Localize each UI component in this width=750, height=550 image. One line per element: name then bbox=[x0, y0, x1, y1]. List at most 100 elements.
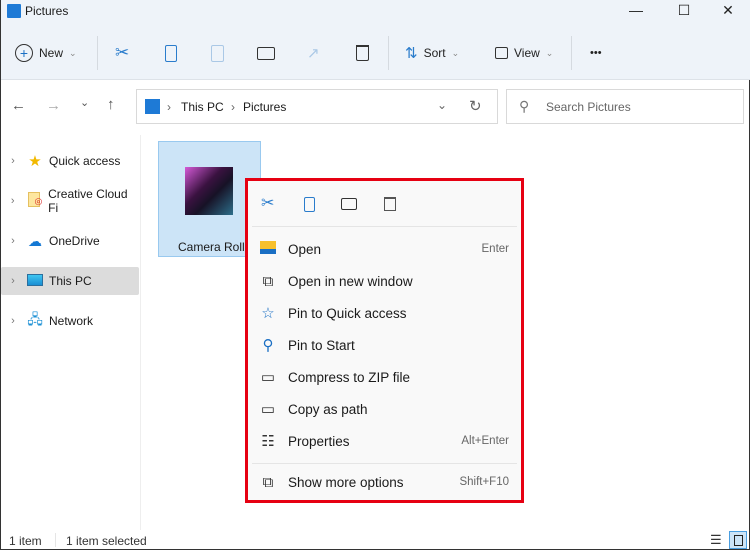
breadcrumb-separator: › bbox=[231, 100, 235, 114]
open-new-window-icon: ⧉ bbox=[262, 272, 274, 290]
menu-item-label: Pin to Start bbox=[288, 337, 355, 353]
copy-icon bbox=[165, 44, 177, 62]
view-button[interactable]: View ⌄ bbox=[495, 38, 553, 68]
paste-icon bbox=[211, 44, 224, 62]
pin-icon: ⚲ bbox=[262, 337, 274, 354]
menu-item-compress-zip[interactable]: ▭ Compress to ZIP file bbox=[248, 362, 521, 392]
expand-chevron-icon[interactable]: › bbox=[1, 235, 25, 247]
back-button[interactable]: ← bbox=[11, 97, 26, 114]
navigation-pane: › ★ Quick access › ◎ Creative Cloud Fi › ☁ One… bbox=[1, 135, 141, 530]
chevron-down-icon: ⌄ bbox=[69, 47, 77, 58]
menu-item-label: Pin to Quick access bbox=[288, 305, 407, 321]
breadcrumb-this-pc[interactable]: This PC bbox=[181, 100, 224, 114]
delete-button[interactable] bbox=[356, 38, 369, 68]
sort-icon: ⇅ bbox=[405, 45, 418, 62]
sort-button[interactable]: ⇅ Sort ⌄ bbox=[405, 38, 459, 68]
window-title: Pictures bbox=[25, 4, 69, 18]
address-bar[interactable]: › This PC › Pictures ⌄ ↻ bbox=[136, 89, 498, 124]
sidebar-item-network[interactable]: › 🖧 Network bbox=[1, 307, 139, 335]
breadcrumb-pictures[interactable]: Pictures bbox=[243, 100, 286, 114]
cut-icon[interactable]: ✂ bbox=[261, 193, 274, 213]
cloud-icon: ☁ bbox=[28, 232, 42, 249]
trash-icon bbox=[356, 45, 369, 61]
search-input[interactable]: ⚲ Search Pictures bbox=[506, 89, 744, 124]
up-button[interactable]: ↑ bbox=[107, 96, 115, 113]
rename-button[interactable] bbox=[257, 38, 275, 68]
sidebar-item-creative-cloud[interactable]: › ◎ Creative Cloud Fi bbox=[1, 187, 139, 215]
folder-name: Camera Roll bbox=[178, 240, 245, 254]
search-icon: ⚲ bbox=[519, 98, 530, 114]
forward-button[interactable]: → bbox=[46, 97, 61, 114]
path-icon: ▭ bbox=[260, 401, 276, 418]
share-button[interactable]: ↗ bbox=[307, 38, 320, 68]
menu-item-shortcut: Shift+F10 bbox=[459, 476, 509, 488]
sidebar-item-label: This PC bbox=[49, 274, 92, 288]
menu-item-pin-start[interactable]: ⚲ Pin to Start bbox=[248, 330, 521, 360]
menu-item-copy-path[interactable]: ▭ Copy as path bbox=[248, 394, 521, 424]
rename-icon bbox=[257, 46, 275, 60]
minimize-button[interactable]: — bbox=[616, 2, 656, 20]
plus-icon: + bbox=[15, 44, 33, 62]
rename-icon[interactable] bbox=[341, 198, 357, 210]
selection-count: 1 item selected bbox=[66, 534, 147, 548]
expand-chevron-icon[interactable]: › bbox=[1, 315, 25, 327]
scissors-icon: ✂ bbox=[115, 43, 130, 62]
menu-item-label: Show more options bbox=[288, 474, 404, 490]
folder-thumbnail bbox=[185, 167, 233, 215]
new-button[interactable]: + New ⌄ bbox=[15, 38, 77, 68]
menu-item-properties[interactable]: ☷ Properties Alt+Enter bbox=[248, 426, 521, 456]
close-button[interactable]: ✕ bbox=[708, 2, 748, 20]
large-icons-view-button[interactable] bbox=[729, 531, 747, 549]
divider bbox=[252, 226, 517, 227]
pictures-app-icon bbox=[7, 4, 21, 18]
menu-item-shortcut: Alt+Enter bbox=[461, 435, 509, 447]
refresh-icon[interactable]: ↻ bbox=[469, 97, 482, 115]
divider bbox=[252, 463, 517, 464]
menu-item-open[interactable]: Open Enter bbox=[248, 234, 521, 264]
copy-icon[interactable] bbox=[304, 197, 315, 212]
expand-chevron-icon[interactable]: › bbox=[1, 195, 25, 207]
menu-item-show-more-options[interactable]: ⧉ Show more options Shift+F10 bbox=[248, 467, 521, 497]
divider bbox=[55, 533, 56, 547]
view-label: View bbox=[514, 46, 540, 60]
status-bar: 1 item 1 item selected ☰ bbox=[1, 531, 750, 550]
cut-button[interactable]: ✂ bbox=[115, 38, 129, 68]
expand-chevron-icon[interactable]: › bbox=[1, 275, 25, 287]
zip-icon: ▭ bbox=[260, 369, 276, 386]
star-icon: ☆ bbox=[261, 305, 275, 322]
share-icon: ↗ bbox=[307, 45, 320, 62]
sidebar-item-label: OneDrive bbox=[49, 234, 100, 248]
chevron-down-icon: ⌄ bbox=[451, 47, 460, 58]
menu-item-pin-quick-access[interactable]: ☆ Pin to Quick access bbox=[248, 298, 521, 328]
expand-chevron-icon[interactable]: › bbox=[1, 155, 25, 167]
more-options-button[interactable]: ••• bbox=[590, 38, 602, 68]
search-placeholder: Search Pictures bbox=[546, 100, 631, 114]
maximize-button[interactable]: ☐ bbox=[664, 2, 704, 20]
menu-item-label: Compress to ZIP file bbox=[288, 369, 411, 385]
sidebar-item-label: Creative Cloud Fi bbox=[48, 187, 128, 215]
trash-icon[interactable] bbox=[384, 197, 396, 211]
sidebar-item-quick-access[interactable]: › ★ Quick access bbox=[1, 147, 139, 175]
details-view-button[interactable]: ☰ bbox=[710, 532, 722, 548]
breadcrumb-separator: › bbox=[167, 100, 171, 114]
properties-icon: ☷ bbox=[261, 433, 275, 450]
copy-button[interactable] bbox=[165, 38, 177, 68]
star-icon: ★ bbox=[28, 153, 42, 170]
divider bbox=[97, 36, 98, 70]
menu-item-label: Open bbox=[288, 241, 322, 257]
chevron-down-icon: ⌄ bbox=[545, 47, 554, 58]
address-history-chevron-icon[interactable]: ⌄ bbox=[437, 98, 447, 112]
context-menu: ✂ Open Enter ⧉ Open in new window ☆ Pin to … bbox=[245, 178, 524, 503]
recent-locations-button[interactable]: ⌄ bbox=[80, 96, 89, 109]
creative-cloud-icon: ◎ bbox=[25, 192, 45, 210]
sort-label: Sort bbox=[423, 46, 446, 60]
sidebar-item-onedrive[interactable]: › ☁ OneDrive bbox=[1, 227, 139, 255]
menu-item-open-new-window[interactable]: ⧉ Open in new window bbox=[248, 266, 521, 296]
pictures-icon bbox=[145, 99, 160, 114]
network-icon: 🖧 bbox=[27, 311, 43, 327]
sidebar-item-this-pc[interactable]: › This PC bbox=[1, 267, 139, 295]
menu-item-label: Copy as path bbox=[288, 401, 368, 417]
menu-item-label: Properties bbox=[288, 433, 350, 449]
folder-icon bbox=[248, 240, 288, 258]
paste-button[interactable] bbox=[211, 38, 224, 68]
